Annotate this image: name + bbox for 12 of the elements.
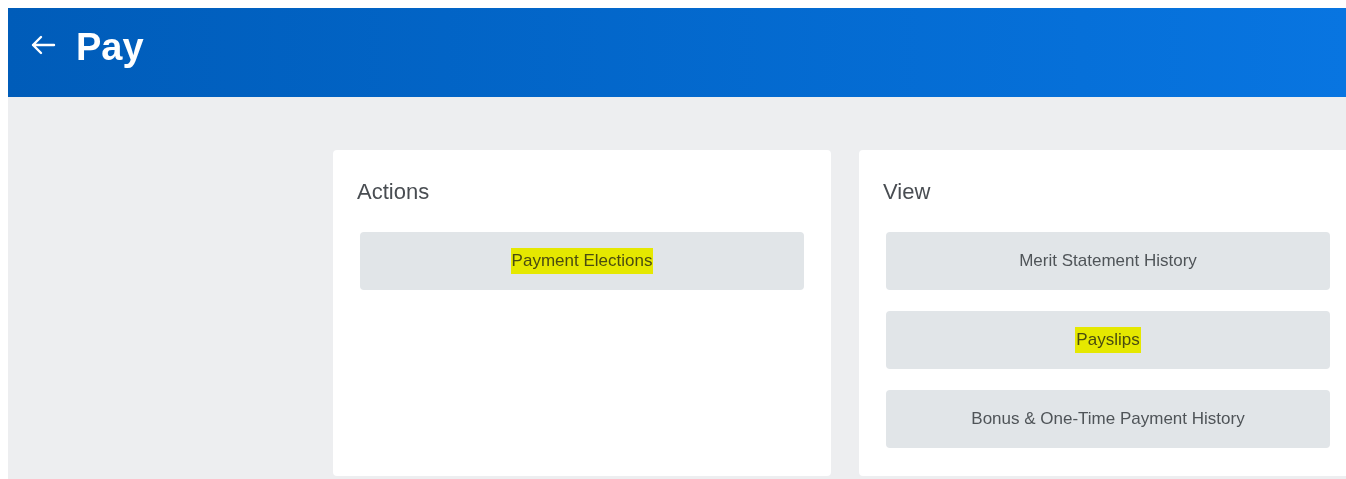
action-button[interactable]: Payslips — [886, 311, 1330, 369]
card-title: View — [883, 178, 932, 206]
card-title: Actions — [357, 178, 431, 206]
button-label: Payment Elections — [510, 248, 654, 274]
action-button[interactable]: Bonus & One-Time Payment History — [886, 390, 1330, 448]
button-label: Merit Statement History — [1019, 250, 1197, 273]
button-label: Bonus & One-Time Payment History — [971, 408, 1245, 431]
back-arrow-icon[interactable] — [30, 34, 56, 56]
action-button[interactable]: Merit Statement History — [886, 232, 1330, 290]
page-title: Pay — [76, 26, 144, 68]
action-button[interactable]: Payment Elections — [360, 232, 804, 290]
button-label: Payslips — [1075, 327, 1141, 353]
